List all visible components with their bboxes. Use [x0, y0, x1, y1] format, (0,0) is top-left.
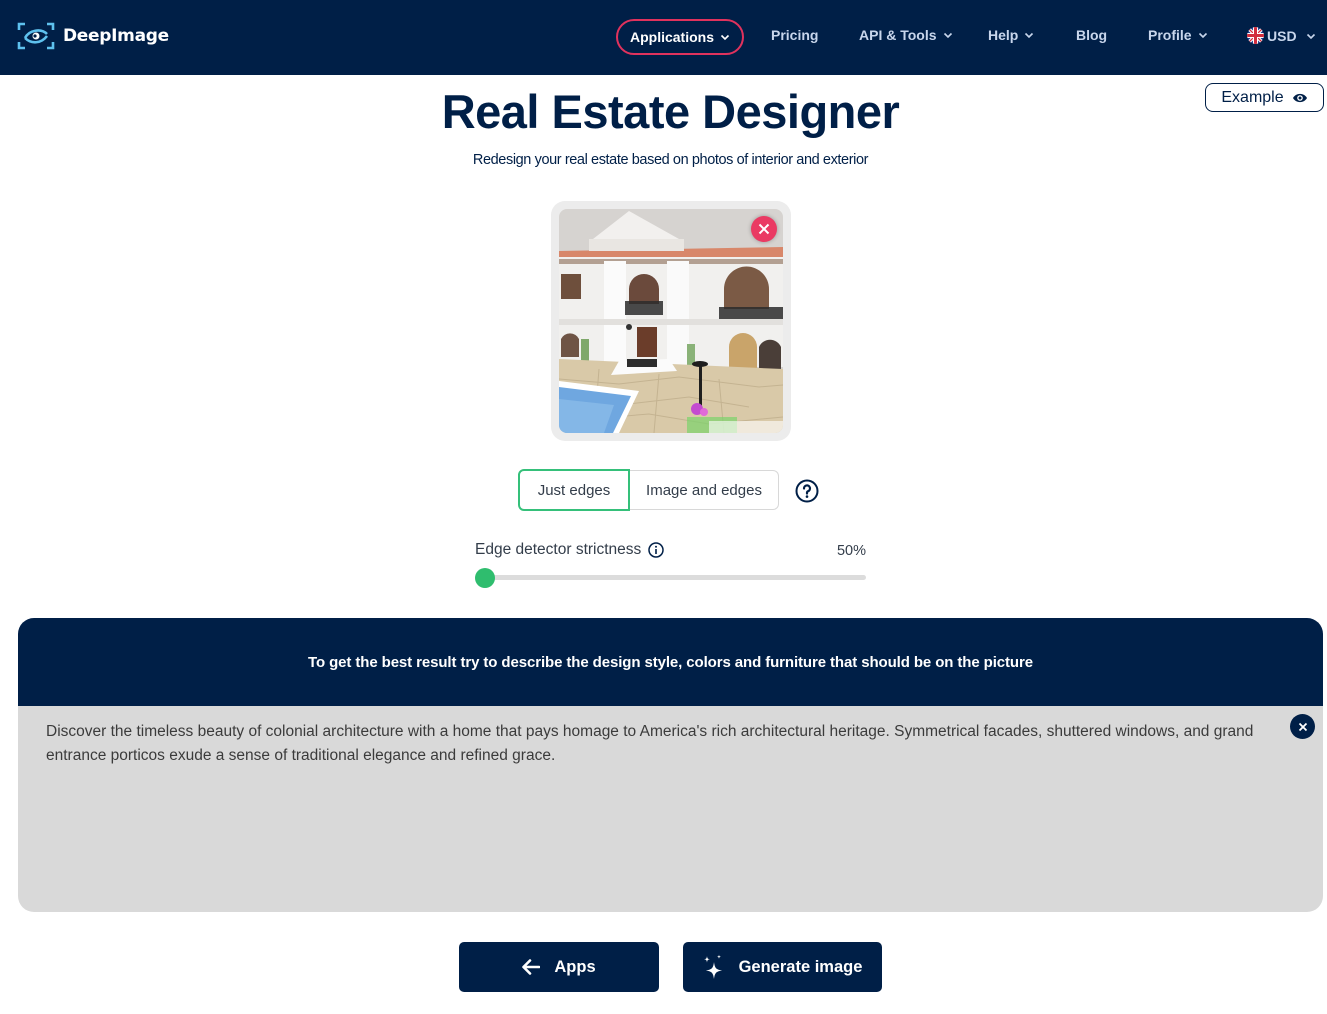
nav-applications[interactable]: Applications: [616, 19, 744, 55]
slider-label-text: Edge detector strictness: [475, 541, 642, 558]
remove-image-button[interactable]: [751, 216, 777, 242]
prompt-hint: To get the best result try to describe t…: [18, 618, 1323, 706]
uk-flag-icon: [1247, 27, 1264, 44]
apps-button-label: Apps: [554, 957, 596, 976]
edge-strictness-slider-track[interactable]: [478, 575, 866, 580]
chevron-down-icon: [1306, 33, 1315, 39]
question-circle-icon[interactable]: [795, 479, 819, 503]
mode-just-edges-button[interactable]: Just edges: [518, 469, 630, 511]
mode-image-and-edges-label: Image and edges: [646, 481, 762, 499]
nav-api-tools[interactable]: API & Tools: [859, 27, 953, 43]
nav-profile-label: Profile: [1148, 27, 1192, 43]
close-icon: [758, 223, 770, 235]
apps-back-button[interactable]: Apps: [459, 942, 659, 992]
nav-profile[interactable]: Profile: [1148, 27, 1208, 43]
brand-logo[interactable]: DeepImage: [17, 22, 169, 50]
prompt-textarea[interactable]: Discover the timeless beauty of colonial…: [46, 720, 1271, 768]
brand-name: DeepImage: [63, 26, 169, 46]
uploaded-image-preview: [559, 209, 783, 433]
top-navbar: DeepImage Applications Pricing API & Too…: [0, 0, 1327, 75]
chevron-down-icon: [1198, 32, 1207, 39]
mode-just-edges-label: Just edges: [537, 481, 611, 499]
nav-pricing[interactable]: Pricing: [771, 27, 818, 43]
chevron-down-icon: [720, 34, 730, 41]
nav-api-tools-label: API & Tools: [859, 27, 937, 43]
nav-help[interactable]: Help: [988, 27, 1034, 43]
page-title: Real Estate Designer: [441, 85, 900, 138]
nav-blog-label: Blog: [1076, 27, 1108, 43]
generate-button-label: Generate image: [738, 957, 863, 976]
page-subtitle: Redesign your real estate based on photo…: [472, 152, 869, 168]
info-circle-icon[interactable]: [648, 542, 665, 558]
prompt-panel: To get the best result try to describe t…: [18, 618, 1323, 912]
clear-prompt-button[interactable]: [1290, 714, 1315, 739]
mode-image-and-edges-button[interactable]: Image and edges: [630, 470, 779, 510]
arrow-left-icon: [522, 959, 541, 975]
sparkles-icon: [703, 954, 722, 979]
mode-toggle-group: Just edges Image and edges: [518, 469, 779, 511]
nav-pricing-label: Pricing: [771, 27, 819, 43]
nav-applications-label: Applications: [629, 29, 714, 45]
currency-selector[interactable]: USD: [1247, 27, 1316, 44]
chevron-down-icon: [943, 32, 952, 39]
prompt-body: Discover the timeless beauty of colonial…: [18, 706, 1323, 912]
slider-value: 50%: [836, 543, 866, 559]
edge-strictness-slider-thumb[interactable]: [475, 568, 495, 588]
eye-scan-logo-icon: [17, 22, 55, 50]
close-icon: [1298, 722, 1307, 731]
chevron-down-icon: [1025, 32, 1034, 39]
nav-blog[interactable]: Blog: [1076, 27, 1107, 43]
slider-label: Edge detector strictness: [475, 541, 665, 559]
generate-image-button[interactable]: Generate image: [683, 942, 882, 992]
currency-label: USD: [1267, 27, 1297, 44]
nav-help-label: Help: [988, 27, 1019, 43]
